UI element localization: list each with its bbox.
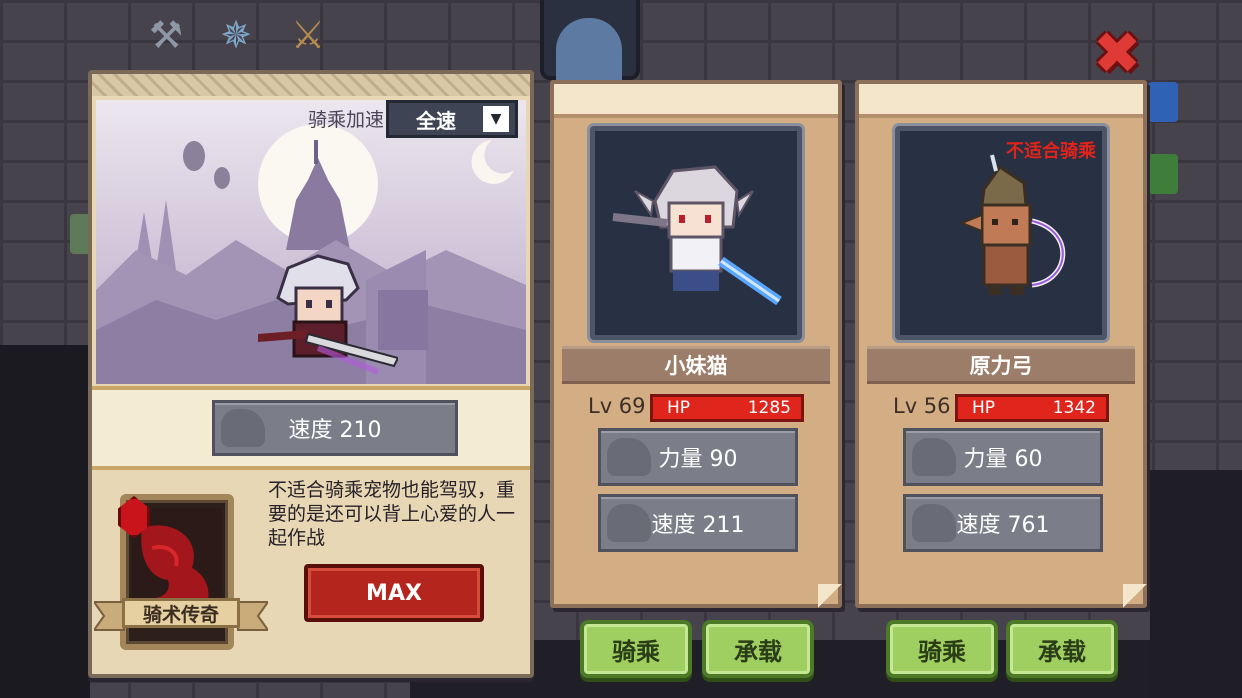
mount-power-stat-1: 力量 90	[598, 428, 798, 486]
mount-level-2: Lv 56	[893, 394, 951, 418]
mount-power-text-2: 力量 60	[963, 447, 1043, 472]
mount-power-text-1: 力量 90	[658, 447, 738, 472]
skill-description: 不适合骑乘宠物也能驾驭，重要的是还可以背上心爱的人一起作战	[268, 479, 516, 549]
ride-speed-dropdown[interactable]: 全速 ▼	[386, 100, 518, 138]
hammer-icon[interactable]: ⚒	[138, 6, 194, 64]
mount-power-stat-2: 力量 60	[903, 428, 1103, 486]
ride-button-2[interactable]: 骑乘	[886, 620, 998, 678]
mount-speed-text-2: 速度 761	[956, 513, 1050, 538]
window-glass	[556, 18, 622, 80]
mount-hp-bar-2: HP 1342	[955, 394, 1109, 422]
ride-speed-value: 全速	[416, 108, 456, 133]
hp-value: 1285	[747, 398, 791, 418]
mount-speed-text-1: 速度 211	[651, 513, 745, 538]
rider-hero-sprite	[258, 254, 398, 375]
mount-speed-stat-1: 速度 211	[598, 494, 798, 552]
ride-skill-panel: 骑乘加速 全速 ▼ 速度 210 不适合骑乘宠物也能驾驭，重要的是还可以背上心爱…	[88, 70, 534, 678]
rider-speed-text: 速度 210	[288, 418, 382, 443]
side-blue-icon	[1148, 82, 1178, 122]
mount-name-1: 小妹猫	[562, 346, 830, 384]
hp-label: HP	[667, 398, 691, 418]
mount-level-1: Lv 69	[588, 394, 646, 418]
mount-portrait-1[interactable]	[590, 126, 802, 340]
side-green-icon	[1148, 154, 1178, 194]
axe-icon[interactable]: ⚔	[280, 6, 336, 64]
ride-speed-label: 骑乘加速	[307, 109, 384, 131]
card-header-strip	[859, 84, 1143, 118]
max-button[interactable]: MAX	[304, 564, 484, 622]
speed-icon	[912, 504, 956, 542]
mount-name-2: 原力弓	[867, 346, 1135, 384]
hp-value: 1342	[1052, 398, 1096, 418]
card-header-strip	[554, 84, 838, 118]
fist-icon	[607, 438, 651, 476]
chevron-down-icon: ▼	[483, 106, 509, 132]
shadow-area-right	[1150, 470, 1242, 698]
mount-speed-stat-2: 速度 761	[903, 494, 1103, 552]
mount-portrait-2[interactable]: 不适合骑乘	[895, 126, 1107, 340]
hp-label: HP	[972, 398, 996, 418]
card-fold-corner	[818, 584, 842, 608]
carry-button-2[interactable]: 承载	[1006, 620, 1118, 678]
skill-name-label: 骑术传奇	[122, 598, 240, 628]
fist-icon	[912, 438, 956, 476]
speed-icon	[221, 409, 265, 447]
shadow-area-left	[0, 345, 90, 698]
mount-card-2: 不适合骑乘 原力弓 Lv 56 HP 1342 力量 60 速度 761	[855, 80, 1147, 608]
ride-scene: 骑乘加速 全速 ▼	[96, 100, 526, 384]
close-button[interactable]: ✖	[1088, 24, 1146, 82]
catgirl-mount-sprite	[612, 165, 782, 306]
mount-card-1: 小妹猫 Lv 69 HP 1285 力量 90 速度 211	[550, 80, 842, 608]
panel-pattern-strip	[92, 74, 530, 96]
shuriken-icon[interactable]: ✵	[208, 6, 264, 64]
archer-mount-sprite	[959, 154, 1066, 295]
mount-hp-bar-1: HP 1285	[650, 394, 804, 422]
rider-speed-stat: 速度 210	[212, 400, 458, 456]
ride-button-1[interactable]: 骑乘	[580, 620, 692, 678]
speed-icon	[607, 504, 651, 542]
card-fold-corner	[1123, 584, 1147, 608]
speed-band: 速度 210	[92, 386, 530, 470]
carry-button-1[interactable]: 承载	[702, 620, 814, 678]
